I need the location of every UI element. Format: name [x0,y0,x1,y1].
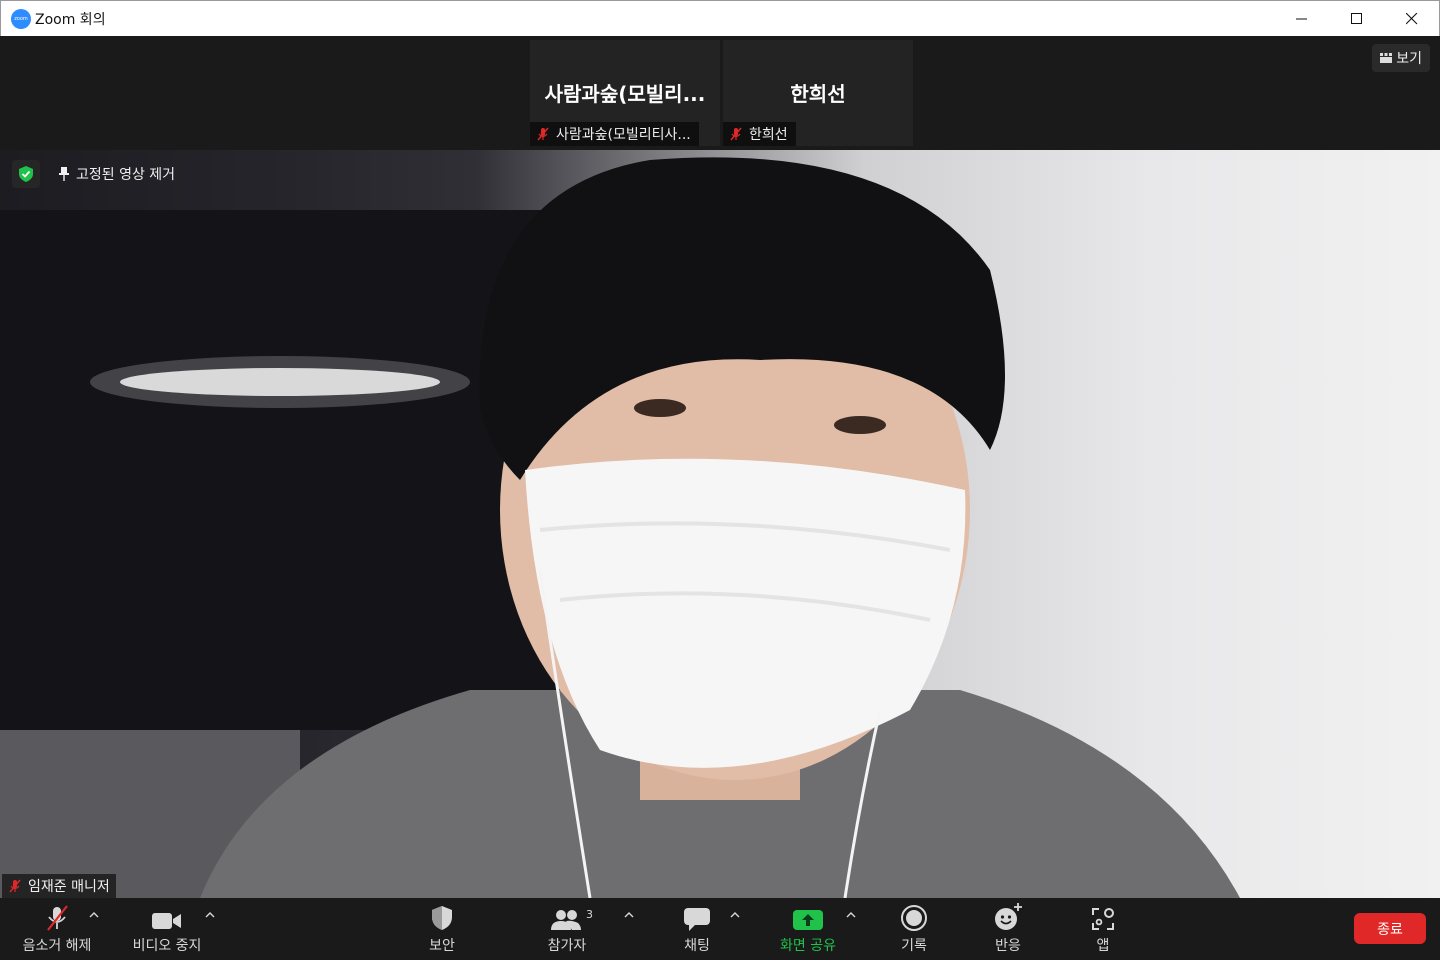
logo-text: zoom [14,15,28,22]
participants-icon [550,898,584,932]
zoom-logo-icon: zoom [11,8,31,29]
chevron-up-icon [846,912,856,918]
mic-muted-icon [6,877,24,895]
participants-count: 3 [586,908,593,921]
participant-name-label: 한희선 [723,122,796,146]
window-title: Zoom 회의 [35,11,106,28]
chevron-up-icon [730,912,740,918]
close-button[interactable] [1384,1,1439,37]
chat-icon [683,898,711,932]
apps-icon [1090,898,1116,932]
view-button-label: 보기 [1396,51,1422,67]
stop-video-button[interactable]: 비디오 중지 [122,898,212,960]
unpin-label: 고정된 영상 제거 [76,167,176,183]
chat-label: 채팅 [684,938,710,954]
record-icon [900,898,928,932]
grid-icon [1380,53,1393,63]
apps-button[interactable]: 앱 [1063,898,1143,960]
unpin-video-button[interactable]: 고정된 영상 제거 [56,160,175,188]
mic-muted-icon [534,125,552,143]
reaction-icon [993,898,1023,932]
close-icon [1405,13,1417,25]
apps-label: 앱 [1096,938,1110,954]
unmute-label: 음소거 해제 [22,938,92,954]
minimize-button[interactable] [1274,1,1329,37]
participants-options-caret[interactable] [622,908,636,922]
pin-icon [56,166,72,182]
minimize-icon [1295,18,1307,20]
participant-display-name: 사람과숲(모빌리... [544,82,706,106]
share-screen-label: 화면 공유 [780,938,836,954]
stop-video-label: 비디오 중지 [132,938,202,954]
chevron-up-icon [205,912,215,918]
reactions-button[interactable]: 반응 [968,898,1048,960]
main-video[interactable]: 고정된 영상 제거 임재준 매니저 [0,150,1440,898]
mic-muted-icon [43,898,71,932]
chat-button[interactable]: 채팅 [657,898,737,960]
participants-button[interactable]: 참가자 [527,898,607,960]
window-controls [1274,1,1439,37]
shield-check-icon [19,166,33,182]
video-options-caret[interactable] [203,908,217,922]
share-options-caret[interactable] [844,908,858,922]
meeting-toolbar: 음소거 해제 비디오 중지 보안 참가자 3 채팅 화면 공유 기록 반응 앱 … [0,898,1440,960]
participant-strip: 사람과숲(모빌리... 사람과숲(모빌리티사... 한희선 한희선 보기 [0,36,1440,150]
chevron-up-icon [89,912,99,918]
camera-feed-image [0,157,1240,898]
chat-options-caret[interactable] [728,908,742,922]
share-screen-icon [792,898,824,932]
security-button[interactable]: 보안 [402,898,482,960]
shield-icon [430,898,454,932]
maximize-button[interactable] [1329,1,1384,37]
participant-label-text: 한희선 [749,127,788,143]
record-label: 기록 [901,938,927,954]
share-screen-button[interactable]: 화면 공유 [768,898,848,960]
participant-tile[interactable]: 한희선 한희선 [723,40,913,146]
end-meeting-button[interactable]: 종료 [1354,913,1426,944]
record-button[interactable]: 기록 [874,898,954,960]
participant-tile[interactable]: 사람과숲(모빌리... 사람과숲(모빌리티사... [530,40,720,146]
participant-display-name: 한희선 [790,82,846,106]
reactions-label: 반응 [995,938,1021,954]
participants-label: 참가자 [547,938,587,954]
participant-name-label: 사람과숲(모빌리티사... [530,122,699,146]
main-participant-name: 임재준 매니저 [28,879,110,895]
video-camera-icon [151,898,183,932]
view-button[interactable]: 보기 [1372,44,1430,72]
meeting-stage: 사람과숲(모빌리... 사람과숲(모빌리티사... 한희선 한희선 보기 고정된… [0,36,1440,898]
participant-label-text: 사람과숲(모빌리티사... [556,127,691,143]
mic-muted-icon [727,125,745,143]
audio-options-caret[interactable] [87,908,101,922]
security-label: 보안 [429,938,455,954]
chevron-up-icon [624,912,634,918]
window-titlebar: zoom Zoom 회의 [0,0,1440,36]
security-status-button[interactable] [12,160,40,188]
maximize-icon [1350,13,1362,24]
main-participant-label: 임재준 매니저 [2,874,116,898]
